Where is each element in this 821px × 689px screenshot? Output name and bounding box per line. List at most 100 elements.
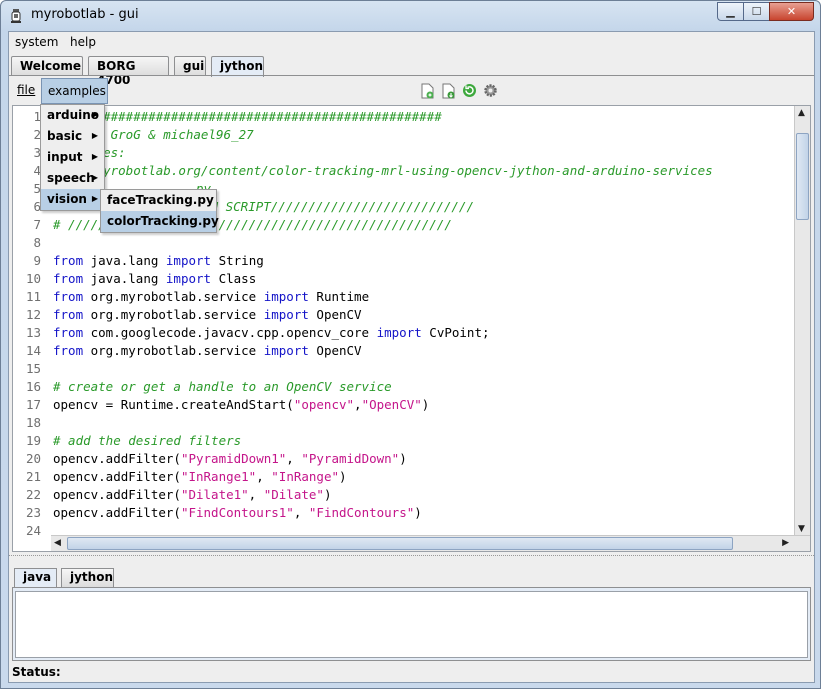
code-line: opencv.addFilter("FindContours1", "FindC… (53, 504, 422, 522)
code-token: opencv.addFilter( (53, 487, 181, 502)
code-token: "PyramidDown1" (180, 451, 287, 466)
window-title: myrobotlab - gui (31, 7, 139, 22)
code-token: ########################################… (73, 109, 442, 124)
status-label: Status: (12, 665, 61, 679)
examples-dropdown: arduino ▶ basic ▶ input ▶ speech ▶ vision ▶ (40, 104, 105, 211)
submenu-arrow-icon: ▶ (91, 131, 98, 140)
code-token: ) (399, 451, 407, 466)
examples-menu[interactable]: examples (41, 78, 108, 104)
code-line: from com.googlecode.javacv.cpp.opencv_co… (53, 324, 490, 342)
title-bar[interactable]: myrobotlab - gui ▁ ☐ ✕ (1, 1, 820, 31)
code-token: OpenCV (308, 307, 362, 322)
editor-toolbar: file examples (9, 78, 814, 104)
line-number: 11 (25, 289, 41, 304)
menu-item-label: basic (47, 129, 83, 143)
code-token: "FindContours" (308, 505, 415, 520)
save-file-icon[interactable] (440, 82, 457, 99)
line-number: 10 (25, 271, 41, 286)
run-icon[interactable] (461, 82, 478, 99)
file-menu-label: file (17, 83, 36, 97)
code-token: from (53, 343, 84, 358)
line-number: 3 (33, 145, 41, 160)
code-token: import (263, 289, 309, 304)
menu-item-basic[interactable]: basic ▶ (41, 126, 104, 147)
tab-borg[interactable]: BORG 4700 (88, 56, 169, 87)
line-number: 7 (33, 217, 41, 232)
line-number: 15 (25, 361, 41, 376)
menu-help[interactable]: help (70, 35, 96, 49)
tab-welcome[interactable]: Welcome (11, 56, 83, 76)
code-token: opencv.addFilter( (53, 469, 181, 484)
line-number: 23 (25, 505, 41, 520)
minimize-button[interactable]: ▁ (717, 2, 744, 21)
split-pane-divider[interactable] (9, 555, 814, 561)
scroll-down-icon[interactable]: ▼ (798, 524, 805, 534)
maximize-button[interactable]: ☐ (743, 2, 770, 21)
code-token: from (53, 307, 84, 322)
console-output[interactable] (15, 591, 808, 658)
code-token: ) (339, 469, 347, 484)
code-line: opencv.addFilter("Dilate1", "Dilate") (53, 486, 331, 504)
line-number: 20 (25, 451, 41, 466)
menu-item-facetracking[interactable]: faceTracking.py (101, 190, 216, 211)
line-number: 1 (33, 109, 41, 124)
line-number: 2 (33, 127, 41, 142)
settings-icon[interactable] (482, 82, 499, 99)
code-line: from java.lang import String (53, 252, 264, 270)
code-editor[interactable]: 1 #######################################… (12, 105, 811, 552)
scroll-right-icon[interactable]: ▶ (782, 538, 789, 548)
code-token: "OpenCV" (361, 397, 422, 412)
code-token: import (165, 271, 212, 286)
code-token: OpenCV (308, 343, 362, 358)
code-line: ########################################… (73, 108, 442, 126)
tab-java[interactable]: java (14, 568, 57, 587)
line-number: 14 (25, 343, 41, 358)
tab-gui[interactable]: gui (174, 56, 206, 76)
menu-item-vision[interactable]: vision ▶ (41, 189, 104, 210)
code-token: "PyramidDown" (301, 451, 400, 466)
client-area: system help Welcome BORG 4700 gui jython… (8, 31, 815, 683)
submenu-arrow-icon: ▶ (91, 194, 98, 203)
tab-jython[interactable]: jython (211, 56, 264, 77)
console-panel (12, 587, 811, 661)
tab-divider (9, 75, 814, 76)
code-line: from org.myrobotlab.service import Runti… (53, 288, 369, 306)
maximize-icon: ☐ (751, 5, 762, 18)
tab-jython-console[interactable]: jython (61, 568, 114, 587)
horizontal-scrollbar[interactable]: ◀ ▶ (51, 535, 810, 551)
code-token: "Dilate1" (180, 487, 249, 502)
file-menu[interactable]: file (11, 78, 41, 104)
code-token: com.googlecode.javacv.cpp.opencv_core (83, 325, 377, 340)
vertical-scrollbar[interactable]: ▲ ▼ (794, 106, 810, 536)
code-token: from (53, 325, 84, 340)
line-number: 4 (33, 163, 41, 178)
code-token: THON SCRIPT/////////////////////////// (188, 199, 474, 214)
code-token: , (354, 397, 362, 412)
minimize-icon: ▁ (726, 5, 735, 18)
vertical-scroll-thumb[interactable] (796, 133, 809, 220)
code-token: "Dilate" (263, 487, 324, 502)
code-token: org.myrobotlab.service (83, 289, 264, 304)
menu-item-input[interactable]: input ▶ (41, 147, 104, 168)
scroll-left-icon[interactable]: ◀ (54, 538, 61, 548)
horizontal-scroll-thumb[interactable] (67, 537, 733, 550)
code-token: opencv.addFilter( (53, 451, 181, 466)
code-token: org.myrobotlab.service (83, 343, 264, 358)
code-token: java.lang (83, 271, 166, 286)
menu-bar: system help (9, 32, 814, 54)
menu-system[interactable]: system (15, 35, 58, 49)
line-number: 12 (25, 307, 41, 322)
close-icon: ✕ (786, 5, 797, 18)
menu-item-colortracking[interactable]: colorTracking.py (101, 211, 219, 232)
code-token: opencv.addFilter( (53, 505, 181, 520)
close-button[interactable]: ✕ (769, 2, 814, 21)
menu-item-arduino[interactable]: arduino ▶ (41, 105, 104, 126)
code-token: ) (323, 487, 332, 502)
code-line: from java.lang import Class (53, 270, 256, 288)
menu-item-speech[interactable]: speech ▶ (41, 168, 104, 189)
code-token: org.myrobotlab.service (83, 307, 264, 322)
scroll-up-icon[interactable]: ▲ (798, 108, 805, 118)
code-token: , (256, 469, 272, 484)
new-file-icon[interactable] (419, 82, 436, 99)
code-token: Runtime (308, 289, 370, 304)
